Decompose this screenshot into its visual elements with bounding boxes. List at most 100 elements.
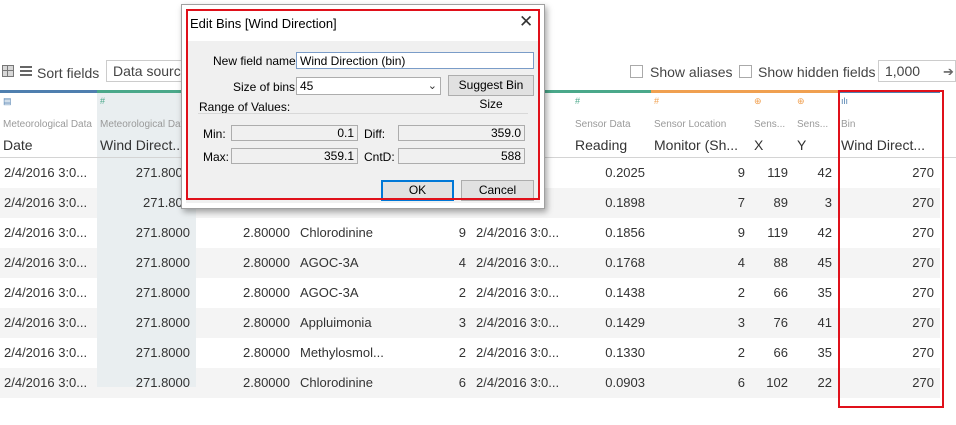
table-cell: Methylosmol...	[300, 345, 384, 360]
column-source-label: Meteorological Data	[3, 119, 92, 130]
table-cell: 119	[767, 225, 788, 240]
table-cell: 2/4/2016 3:0...	[4, 375, 88, 390]
grid-view-icon[interactable]	[2, 65, 14, 77]
table-cell: 0.2025	[605, 165, 645, 180]
table-cell: 2.80000	[243, 255, 290, 270]
show-aliases-checkbox[interactable]	[630, 65, 643, 78]
table-cell: 4	[737, 255, 745, 270]
table-cell: 271.8000	[135, 285, 190, 300]
table-cell: 3	[737, 315, 745, 330]
table-cell: 119	[767, 165, 788, 180]
table-cell: 35	[817, 285, 832, 300]
sort-fields-label: Sort fields	[37, 65, 100, 81]
column-header-name[interactable]: Reading	[575, 137, 649, 153]
table-cell: 7	[737, 195, 745, 210]
column-header-name[interactable]: Monitor (Sh...	[654, 137, 749, 153]
table-cell: 35	[817, 345, 832, 360]
number-type-icon[interactable]: #	[575, 96, 580, 106]
number-type-icon[interactable]: #	[100, 96, 105, 106]
table-cell: 6	[458, 375, 466, 390]
table-cell: 2/4/2016 3:0...	[4, 285, 88, 300]
table-cell: 9	[737, 165, 745, 180]
table-cell: 2.80000	[243, 345, 290, 360]
table-cell: 0.1856	[605, 225, 645, 240]
table-cell: 41	[817, 315, 832, 330]
table-cell: 2	[458, 345, 466, 360]
table-cell: 89	[773, 195, 788, 210]
show-hidden-fields-label[interactable]: Show hidden fields	[758, 64, 876, 80]
table-cell: AGOC-3A	[300, 255, 359, 270]
table-cell: 0.1438	[605, 285, 645, 300]
table-cell: Chlorodinine	[300, 375, 373, 390]
table-cell: 2/4/2016 3:0...	[476, 315, 560, 330]
table-cell: 2	[737, 345, 745, 360]
column-source-label: Meteorological Data	[100, 119, 189, 130]
column-type-bar	[572, 90, 651, 93]
table-cell: 3	[824, 195, 832, 210]
number-type-icon[interactable]: #	[654, 96, 659, 106]
table-cell: 271.8000	[135, 345, 190, 360]
table-cell: 45	[817, 255, 832, 270]
table-cell: AGOC-3A	[300, 285, 359, 300]
table-cell: 0.1429	[605, 315, 645, 330]
table-cell: 9	[737, 225, 745, 240]
column-source-label: Sensor Location	[654, 119, 727, 130]
table-cell: 271.8000	[135, 225, 190, 240]
table-cell: 66	[773, 285, 788, 300]
table-cell: 88	[773, 255, 788, 270]
list-view-icon[interactable]	[20, 65, 32, 77]
column-source-label: Sensor Data	[575, 119, 631, 130]
table-cell: 271.8000	[135, 315, 190, 330]
table-cell: 76	[773, 315, 788, 330]
column-source-label: Sens...	[797, 119, 829, 130]
table-cell: 66	[773, 345, 788, 360]
table-cell: 0.0903	[605, 375, 645, 390]
table-cell: 271.8000	[135, 255, 190, 270]
table-cell: 2/4/2016 3:0...	[4, 165, 88, 180]
table-cell: 42	[817, 225, 832, 240]
table-cell: 271.800	[143, 195, 190, 210]
table-cell: 0.1768	[605, 255, 645, 270]
column-header-name[interactable]: Wind Direct...	[100, 137, 194, 153]
table-cell: 2.80000	[243, 375, 290, 390]
date-type-icon[interactable]: ▤	[3, 96, 12, 107]
export-arrow-icon[interactable]: ➔	[943, 64, 954, 80]
table-cell: 2/4/2016 3:0...	[476, 345, 560, 360]
geo-type-icon[interactable]: ⊕	[797, 96, 805, 107]
table-cell: 9	[458, 225, 466, 240]
table-cell: 2.80000	[243, 285, 290, 300]
column-type-bar	[0, 90, 97, 93]
table-cell: 2/4/2016 3:0...	[4, 315, 88, 330]
table-cell: 42	[817, 165, 832, 180]
table-cell: 271.8000	[135, 375, 190, 390]
column-header-name[interactable]: Date	[3, 137, 95, 153]
table-cell: 2/4/2016 3:0...	[476, 225, 560, 240]
table-cell: 22	[817, 375, 832, 390]
table-cell: 0.1898	[605, 195, 645, 210]
column-source-label: Sens...	[754, 119, 786, 130]
table-cell: 2/4/2016 3:0...	[476, 255, 560, 270]
table-cell: 0.1330	[605, 345, 645, 360]
table-cell: 271.8000	[135, 165, 190, 180]
table-cell: 102	[766, 375, 788, 390]
column-type-bar	[794, 90, 838, 93]
table-cell: 2/4/2016 3:0...	[4, 225, 88, 240]
column-header-name[interactable]: X	[754, 137, 792, 153]
table-cell: 6	[737, 375, 745, 390]
table-cell: 2/4/2016 3:0...	[4, 255, 88, 270]
table-cell: 4	[458, 255, 466, 270]
show-hidden-fields-checkbox[interactable]	[739, 65, 752, 78]
table-cell: 2	[737, 285, 745, 300]
column-type-bar	[651, 90, 751, 93]
column-header-name[interactable]: Y	[797, 137, 836, 153]
bin-column-highlight	[838, 90, 944, 408]
table-cell: 2/4/2016 3:0...	[476, 375, 560, 390]
table-cell: 2/4/2016 3:0...	[476, 285, 560, 300]
table-cell: Chlorodinine	[300, 225, 373, 240]
show-aliases-label[interactable]: Show aliases	[650, 64, 733, 80]
table-cell: 2.80000	[243, 225, 290, 240]
column-type-bar	[751, 90, 794, 93]
table-cell: 3	[458, 315, 466, 330]
geo-type-icon[interactable]: ⊕	[754, 96, 762, 107]
table-cell: 2/4/2016 3:0...	[4, 195, 88, 210]
